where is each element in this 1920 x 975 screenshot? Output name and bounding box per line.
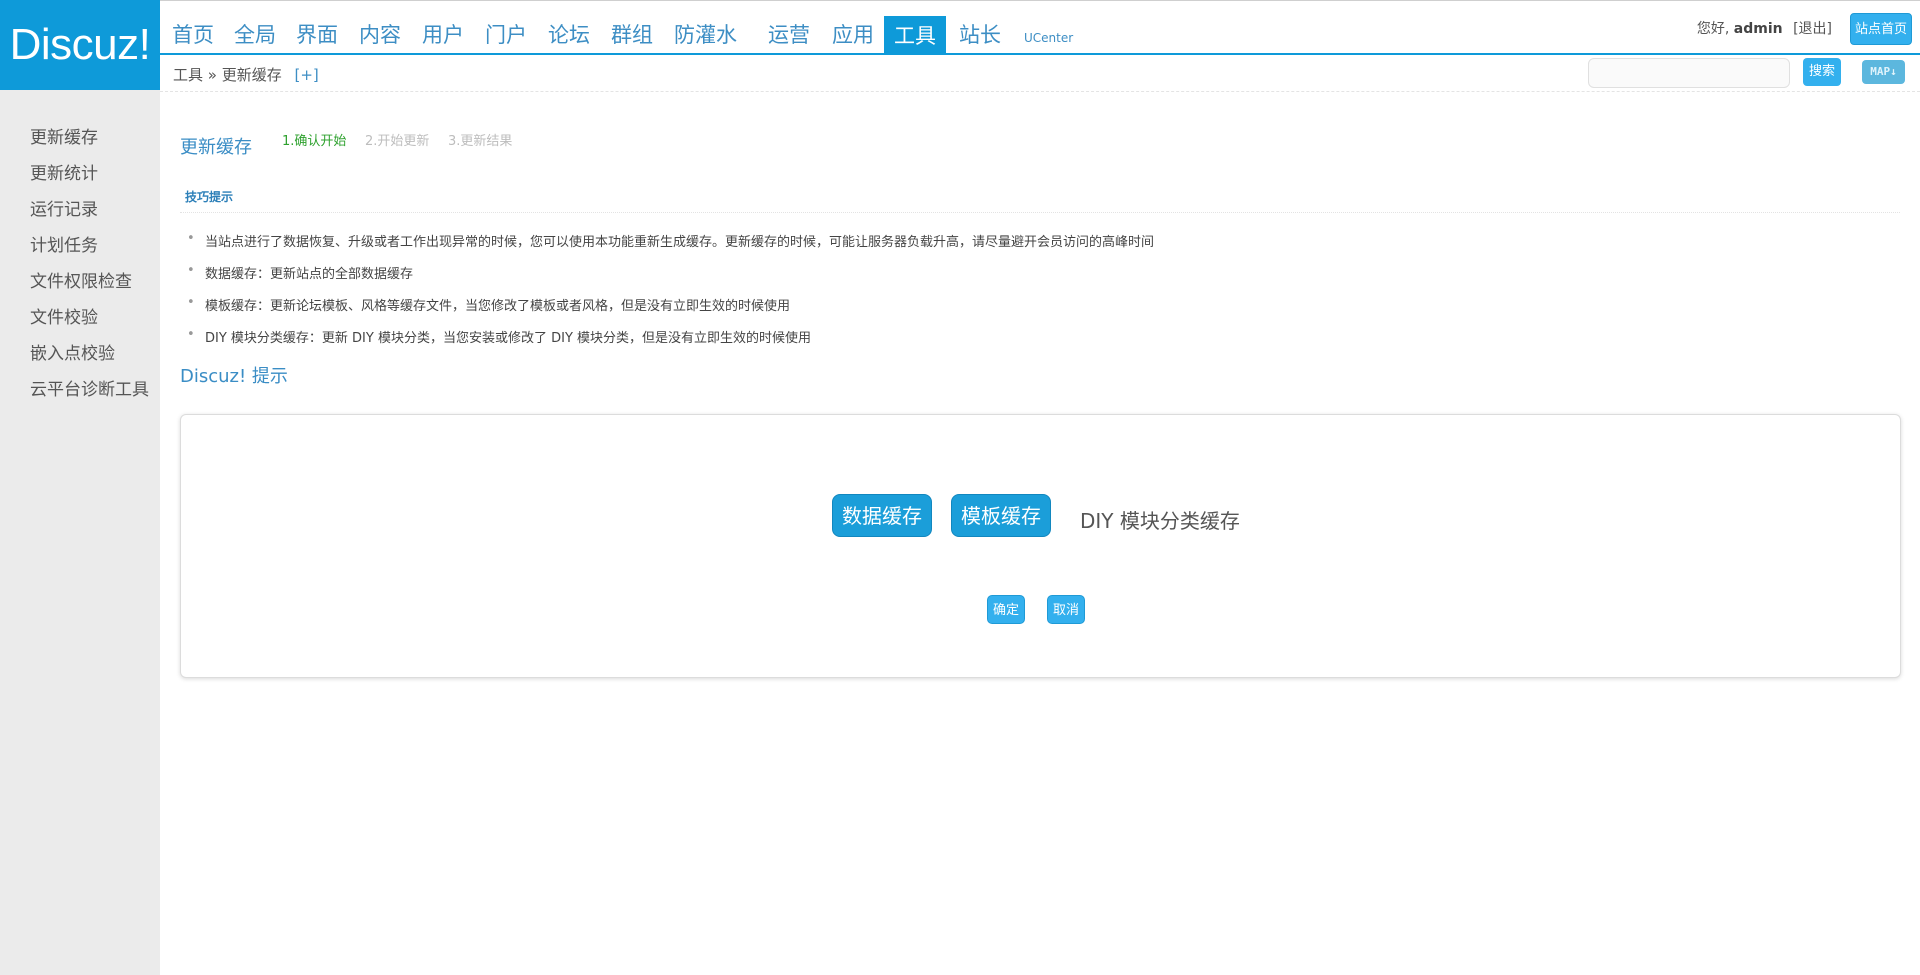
tip-item: 数据缓存：更新站点的全部数据缓存 [187, 263, 414, 282]
sidebar-item-file-check[interactable]: 文件校验 [30, 303, 98, 328]
step-3: 3.更新结果 [448, 134, 513, 149]
nav-webmaster[interactable]: 站长 [949, 15, 1011, 54]
nav-global[interactable]: 全局 [224, 15, 286, 54]
tip-item: 模板缓存：更新论坛模板、风格等缓存文件，当您修改了模板或者风格，但是没有立即生效… [187, 295, 791, 314]
sidebar-item-cron[interactable]: 计划任务 [30, 231, 98, 256]
nav-users[interactable]: 用户 [412, 15, 474, 54]
breadcrumb: 工具 » 更新缓存 [+] [173, 64, 319, 85]
cancel-button[interactable]: 取消 [1047, 595, 1085, 624]
tips-heading: 技巧提示 [185, 190, 234, 204]
data-cache-option[interactable]: 数据缓存 [832, 494, 932, 537]
tip-text: 数据缓存：更新站点的全部数据缓存 [205, 267, 414, 282]
logout-link[interactable]: [退出] [1793, 21, 1832, 37]
top-nav: 首页 全局 界面 内容 用户 门户 论坛 群组 防灌水 运营 应用 工具 站长 … [160, 0, 1920, 55]
sidebar-item-cloud-diag[interactable]: 云平台诊断工具 [30, 375, 149, 400]
nav-apps[interactable]: 应用 [822, 15, 884, 54]
site-home-button[interactable]: 站点首页 [1850, 13, 1912, 45]
username: admin [1733, 21, 1783, 37]
sidebar-item-run-log[interactable]: 运行记录 [30, 195, 98, 220]
sidebar-item-update-stats[interactable]: 更新统计 [30, 159, 98, 184]
greeting-text: 您好, [1696, 21, 1730, 37]
step-1: 1.确认开始 [282, 134, 347, 149]
logo[interactable]: Discuz! [0, 0, 160, 90]
nav-forum[interactable]: 论坛 [538, 15, 600, 54]
tip-item: DIY 模块分类缓存：更新 DIY 模块分类，当您安装或修改了 DIY 模块分类… [187, 327, 812, 346]
user-greeting: 您好, admin [退出] [1697, 15, 1832, 43]
notice-panel: 数据缓存 模板缓存 DIY 模块分类缓存 确定 取消 [180, 414, 1901, 678]
step-2: 2.开始更新 [365, 134, 430, 149]
confirm-button[interactable]: 确定 [987, 595, 1025, 624]
sidebar-item-file-perms[interactable]: 文件权限检查 [30, 267, 132, 292]
nav-portal[interactable]: 门户 [475, 15, 537, 54]
template-cache-option[interactable]: 模板缓存 [951, 494, 1051, 537]
nav-ucenter[interactable]: UCenter [1014, 18, 1083, 57]
nav-anti-spam[interactable]: 防灌水 [664, 15, 747, 54]
divider [160, 91, 1920, 92]
breadcrumb-text: 工具 » 更新缓存 [173, 66, 282, 84]
nav-interface[interactable]: 界面 [286, 15, 348, 54]
nav-tools[interactable]: 工具 [884, 16, 946, 55]
nav-home[interactable]: 首页 [162, 15, 224, 54]
nav-operation[interactable]: 运营 [758, 15, 820, 54]
nav-groups[interactable]: 群组 [601, 15, 663, 54]
sidebar-item-hook-check[interactable]: 嵌入点校验 [30, 339, 115, 364]
notice-title: Discuz! 提示 [180, 366, 288, 387]
tip-item: 当站点进行了数据恢复、升级或者工作出现异常的时候，您可以使用本功能重新生成缓存。… [187, 231, 1155, 250]
sidebar: 更新缓存 更新统计 运行记录 计划任务 文件权限检查 文件校验 嵌入点校验 云平… [0, 90, 160, 975]
nav-content[interactable]: 内容 [349, 15, 411, 54]
tip-text: 模板缓存：更新论坛模板、风格等缓存文件，当您修改了模板或者风格，但是没有立即生效… [205, 299, 791, 314]
page-title: 更新缓存 [180, 137, 252, 158]
map-button[interactable]: MAP↓ [1862, 60, 1905, 84]
add-shortcut-link[interactable]: [+] [295, 66, 319, 84]
search-input[interactable] [1588, 58, 1790, 88]
tip-text: 当站点进行了数据恢复、升级或者工作出现异常的时候，您可以使用本功能重新生成缓存。… [205, 235, 1155, 250]
diy-cache-option[interactable]: DIY 模块分类缓存 [1080, 505, 1240, 534]
sidebar-item-update-cache[interactable]: 更新缓存 [30, 123, 98, 148]
tip-text: DIY 模块分类缓存：更新 DIY 模块分类，当您安装或修改了 DIY 模块分类… [205, 331, 812, 346]
search-button[interactable]: 搜索 [1803, 58, 1841, 86]
divider [180, 212, 1900, 213]
